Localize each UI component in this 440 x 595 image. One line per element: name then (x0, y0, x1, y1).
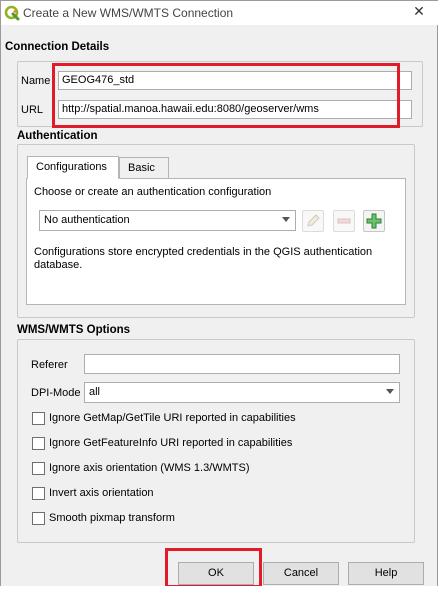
dpi-mode-label: DPI-Mode (31, 387, 81, 399)
chevron-down-icon (282, 217, 290, 222)
ignore-axis-orientation-checkbox[interactable] (32, 462, 45, 475)
remove-config-button[interactable] (333, 210, 355, 232)
wms-connection-dialog: Create a New WMS/WMTS Connection ✕ Conne… (0, 0, 439, 595)
remove-minus-icon (337, 218, 351, 224)
url-input[interactable]: http://spatial.manoa.hawaii.edu:8080/geo… (58, 100, 412, 119)
url-label: URL (21, 104, 44, 116)
auth-config-value: No authentication (44, 214, 130, 226)
ignore-getmap-checkbox[interactable] (32, 412, 45, 425)
ignore-getfeatureinfo-checkbox[interactable] (32, 437, 45, 450)
connection-details-heading: Connection Details (5, 41, 110, 53)
edit-pencil-icon (307, 214, 320, 227)
edit-config-button[interactable] (302, 210, 324, 232)
add-plus-icon (366, 213, 382, 229)
close-icon[interactable]: ✕ (409, 3, 429, 20)
tab-configurations[interactable]: Configurations (27, 156, 119, 179)
auth-prompt: Choose or create an authentication confi… (34, 186, 272, 198)
smooth-pixmap-label: Smooth pixmap transform (49, 512, 175, 524)
ignore-axis-orientation-label: Ignore axis orientation (WMS 1.3/WMTS) (49, 462, 250, 474)
auth-info-text: Configurations store encrypted credentia… (34, 246, 373, 271)
dpi-mode-value: all (89, 386, 101, 398)
help-button[interactable]: Help (348, 562, 424, 585)
window-title: Create a New WMS/WMTS Connection (23, 6, 234, 20)
title-bar: Create a New WMS/WMTS Connection ✕ (1, 1, 439, 25)
options-heading: WMS/WMTS Options (17, 324, 131, 336)
cancel-button[interactable]: Cancel (263, 562, 339, 585)
chevron-down-icon (386, 389, 394, 394)
smooth-pixmap-checkbox[interactable] (32, 512, 45, 525)
referer-label: Referer (31, 359, 68, 371)
name-input[interactable]: GEOG476_std (58, 71, 412, 90)
invert-axis-orientation-checkbox[interactable] (32, 487, 45, 500)
referer-input[interactable] (84, 354, 400, 374)
qgis-logo-icon (4, 5, 20, 21)
dpi-mode-select[interactable]: all (84, 382, 400, 403)
ignore-getmap-label: Ignore GetMap/GetTile URI reported in ca… (49, 412, 296, 424)
ok-button[interactable]: OK (178, 562, 254, 585)
invert-axis-orientation-label: Invert axis orientation (49, 487, 154, 499)
background-page-strip (0, 586, 440, 595)
authentication-heading: Authentication (17, 130, 98, 142)
add-config-button[interactable] (363, 210, 385, 232)
auth-config-select[interactable]: No authentication (39, 210, 296, 231)
name-label: Name (21, 75, 51, 87)
tab-basic[interactable]: Basic (119, 157, 169, 179)
ignore-getfeatureinfo-label: Ignore GetFeatureInfo URI reported in ca… (49, 437, 293, 449)
